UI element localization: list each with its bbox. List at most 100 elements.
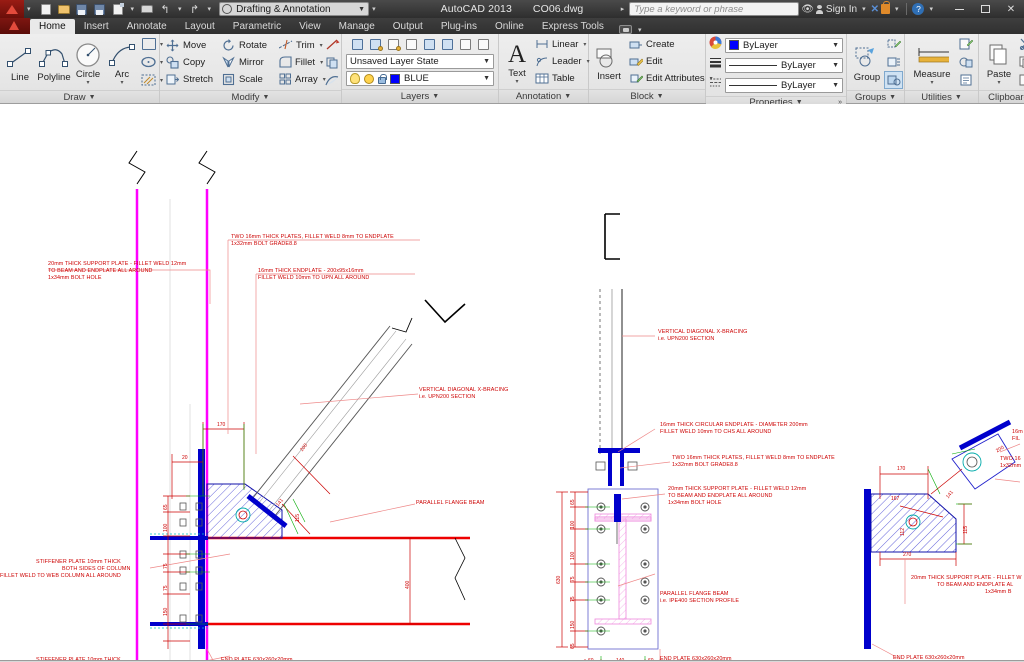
- plot-preview-icon[interactable]: [110, 2, 126, 17]
- lineweight-icon[interactable]: [709, 56, 722, 74]
- undo-icon[interactable]: ↰: [157, 2, 173, 17]
- lock-caret-icon[interactable]: ▾: [895, 5, 899, 13]
- chevron-down-icon[interactable]: ▼: [832, 82, 839, 89]
- drawing-canvas[interactable]: 20mm THICK SUPPORT PLATE - FILLET WELD 1…: [0, 104, 1024, 660]
- offset-icon[interactable]: [323, 53, 342, 71]
- linear-caret-icon[interactable]: ▾: [583, 41, 586, 48]
- line-button[interactable]: Line: [3, 42, 37, 83]
- insert-block-button[interactable]: Insert: [592, 41, 626, 82]
- chevron-down-icon[interactable]: ▼: [955, 94, 962, 101]
- group-selection-icon[interactable]: [884, 71, 903, 89]
- layer-state-dropdown[interactable]: Unsaved Layer State ▼: [346, 54, 494, 69]
- tab-plug-ins[interactable]: Plug-ins: [432, 19, 486, 34]
- leader-button[interactable]: Leader ▾: [532, 53, 592, 70]
- ribbon-minimize-icon[interactable]: [618, 25, 632, 34]
- tab-home[interactable]: Home: [30, 19, 75, 34]
- color-wheel-icon[interactable]: [709, 36, 722, 54]
- array-button[interactable]: Array ▾: [277, 71, 326, 88]
- chevron-down-icon[interactable]: ▼: [432, 93, 439, 100]
- exchange-apps-icon[interactable]: ✕: [871, 4, 879, 15]
- minimize-button[interactable]: [946, 0, 972, 18]
- redo-icon[interactable]: ↱: [187, 2, 203, 17]
- hatch-icon[interactable]: [139, 71, 158, 89]
- panel-modify-title[interactable]: Modify ▼: [160, 90, 341, 103]
- chevron-down-icon[interactable]: ▼: [89, 94, 96, 101]
- list-icon[interactable]: [956, 71, 975, 89]
- object-color-dropdown[interactable]: ByLayer ▼: [725, 37, 843, 53]
- copy-button[interactable]: Copy: [163, 54, 219, 71]
- measure-button[interactable]: Measure ▾: [908, 39, 956, 86]
- application-menu-caret-icon[interactable]: ▾: [27, 5, 31, 13]
- open-file-icon[interactable]: [56, 2, 72, 17]
- linear-dimension-button[interactable]: Linear ▾: [532, 36, 592, 53]
- layer-isolate-icon[interactable]: [385, 37, 402, 52]
- chevron-down-icon[interactable]: ▼: [358, 6, 365, 13]
- panel-block-title[interactable]: Block ▼: [589, 89, 705, 103]
- help-caret-icon[interactable]: ▾: [929, 5, 933, 13]
- trim-button[interactable]: Trim ▾: [277, 37, 323, 54]
- help-icon[interactable]: ?: [912, 3, 925, 15]
- application-menu-button[interactable]: [0, 0, 24, 18]
- layer-off-icon[interactable]: [367, 37, 384, 52]
- undo-caret-icon[interactable]: ▾: [178, 5, 182, 13]
- paste-button[interactable]: Paste ▾: [982, 39, 1016, 86]
- panel-draw-title[interactable]: Draw ▼: [0, 90, 159, 103]
- padlock-icon[interactable]: [378, 73, 387, 84]
- ellipse-icon[interactable]: [139, 53, 158, 71]
- quick-select-icon[interactable]: [956, 35, 975, 53]
- text-caret-icon[interactable]: ▾: [515, 79, 518, 85]
- print-icon[interactable]: [139, 2, 155, 17]
- paste-special-icon[interactable]: [1016, 71, 1024, 89]
- table-button[interactable]: Table: [532, 70, 592, 87]
- sign-in-button[interactable]: Sign In: [815, 4, 857, 15]
- group-edit-icon[interactable]: [884, 53, 903, 71]
- tab-insert[interactable]: Insert: [75, 19, 118, 34]
- ribbon-minimize-caret-icon[interactable]: ▾: [638, 26, 642, 34]
- ungroup-icon[interactable]: [884, 35, 903, 53]
- layer-freeze-icon[interactable]: [403, 37, 420, 52]
- tab-express-tools[interactable]: Express Tools: [533, 19, 613, 34]
- sign-in-caret-icon[interactable]: ▾: [862, 5, 866, 13]
- mirror-button[interactable]: Mirror: [219, 54, 277, 71]
- workspace-switcher[interactable]: Drafting & Annotation ▼: [219, 2, 370, 16]
- chevron-down-icon[interactable]: ▼: [657, 93, 664, 100]
- save-as-icon[interactable]: [92, 2, 108, 17]
- tab-parametric[interactable]: Parametric: [224, 19, 290, 34]
- linetype-icon[interactable]: [709, 76, 722, 94]
- create-block-button[interactable]: Create: [626, 36, 715, 53]
- cut-icon[interactable]: [1016, 35, 1024, 53]
- plot-preview-caret-icon[interactable]: ▾: [131, 5, 135, 13]
- panel-layers-title[interactable]: Layers ▼: [342, 89, 498, 103]
- linetype-dropdown[interactable]: ByLayer ▼: [725, 77, 843, 93]
- tab-annotate[interactable]: Annotate: [118, 19, 176, 34]
- circle-button[interactable]: Circle ▾: [71, 39, 105, 86]
- edit-block-button[interactable]: Edit: [626, 53, 715, 70]
- layer-previous-icon[interactable]: [475, 37, 492, 52]
- search-input[interactable]: Type a keyword or phrase: [629, 2, 800, 16]
- measure-caret-icon[interactable]: ▾: [930, 80, 933, 86]
- copy-clip-icon[interactable]: [1016, 53, 1024, 71]
- tab-output[interactable]: Output: [384, 19, 432, 34]
- chevron-down-icon[interactable]: ▼: [263, 94, 270, 101]
- application-button-large[interactable]: [0, 18, 30, 34]
- paste-caret-icon[interactable]: ▾: [997, 80, 1000, 86]
- tab-view[interactable]: View: [290, 19, 330, 34]
- chevron-down-icon[interactable]: ▼: [832, 42, 839, 49]
- scale-button[interactable]: Scale: [219, 71, 277, 88]
- layer-properties-icon[interactable]: [349, 37, 366, 52]
- rotate-button[interactable]: Rotate: [219, 37, 277, 54]
- move-button[interactable]: Move: [163, 37, 219, 54]
- redo-caret-icon[interactable]: ▾: [208, 5, 212, 13]
- search-caret-icon[interactable]: ▸: [621, 5, 625, 13]
- current-layer-dropdown[interactable]: BLUE ▼: [346, 71, 494, 86]
- panel-groups-title[interactable]: Groups ▼: [847, 90, 904, 103]
- text-button[interactable]: A Text ▾: [502, 38, 532, 85]
- group-button[interactable]: Group: [850, 42, 884, 83]
- arc-button[interactable]: Arc ▾: [105, 39, 139, 86]
- arc-menu-caret-icon[interactable]: ▾: [120, 80, 123, 86]
- stretch-button[interactable]: Stretch: [163, 71, 219, 88]
- workspace-extra-caret-icon[interactable]: ▾: [372, 5, 376, 13]
- search-icon[interactable]: 👁: [801, 4, 814, 15]
- lock-icon[interactable]: [880, 1, 890, 14]
- explode-icon[interactable]: [323, 35, 342, 53]
